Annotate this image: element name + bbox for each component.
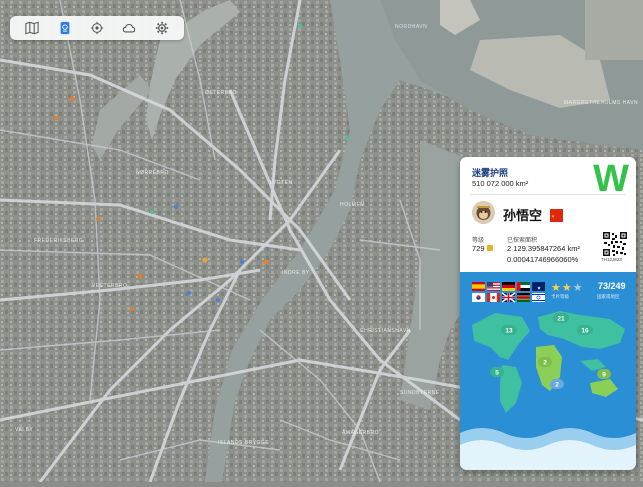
map-button[interactable] — [22, 19, 42, 37]
map-label-lygten: LYGTEN — [270, 180, 293, 186]
map-icon — [25, 21, 39, 35]
explored-area-label: 已探索面积 — [507, 238, 538, 244]
passport-title: 迷雾护照 — [472, 168, 509, 178]
level-value: 729 — [472, 244, 485, 253]
map-label-islandsbrygge: ISLANDS BRYGGE — [218, 440, 270, 446]
level-label: 等级 — [472, 238, 485, 244]
top-toolbar — [10, 16, 184, 40]
kenya-flag-icon — [517, 293, 530, 302]
spain-flag-icon — [472, 282, 485, 291]
map-label-valby: VALBY — [15, 427, 34, 433]
svg-text:W: W — [593, 159, 629, 195]
europe-count: 21 — [557, 316, 565, 323]
map-label-amagerbro: AMAGERBRO — [342, 430, 380, 436]
israel-flag-icon — [532, 293, 545, 302]
cloud-sync-button[interactable] — [119, 19, 139, 37]
china-flag-icon: ★ — [550, 209, 563, 222]
africa-count: 2 — [543, 360, 547, 367]
asia-count: 16 — [581, 328, 589, 335]
uk-flag-icon — [501, 292, 516, 303]
north-america-count: 13 — [505, 328, 513, 335]
star-filled-icon: ★ — [551, 282, 562, 294]
explored-percent-value: 0.00041746966060% — [507, 255, 579, 264]
australia-flag-icon: ★ — [532, 282, 545, 292]
qr-code-id: TH12J823 — [601, 257, 622, 262]
card-level-stars: ★★★ — [551, 281, 584, 294]
divider — [470, 194, 626, 195]
passport-info-section: 迷雾护照 510 072 000 km² W 孙悟空 ★ 等级 729 已探索面… — [460, 157, 636, 272]
map-label-norrebro: NØRREBRO — [136, 170, 169, 176]
map-label-margretheholm: Margretheholms Havn — [564, 100, 639, 106]
oceania-count: 9 — [602, 372, 606, 379]
passport-stats-section: ★ ★★★ 卡片等级 73/249 国家或地区 13 21 16 2 5 2 9 — [460, 272, 636, 470]
cloud-icon — [123, 23, 136, 33]
southeast-count: 2 — [555, 382, 559, 389]
locate-button[interactable] — [87, 19, 107, 37]
passport-icon — [60, 21, 69, 35]
map-label-vesterbro: VESTERBRO — [92, 283, 128, 289]
map-label-frederiksberg: FREDERIKSBERG — [34, 238, 84, 244]
canada-flag-icon — [487, 293, 500, 302]
qr-code-icon[interactable] — [603, 232, 627, 256]
south-america-count: 5 — [495, 370, 499, 377]
star-filled-icon: ★ — [561, 282, 573, 294]
map-label-sundby: SUNDBYERNE — [400, 390, 440, 396]
uae-flag-icon — [517, 282, 530, 291]
korea-flag-icon — [472, 293, 485, 302]
explored-area-value: 2 129.395847264 km² — [507, 244, 580, 253]
level-badge-icon — [487, 245, 493, 251]
worldo-logo-icon: W — [593, 159, 629, 195]
map-label-holmen: HOLMEN — [340, 202, 365, 208]
location-target-icon — [90, 21, 104, 35]
map-label-nordhavn: Nordhavn — [395, 24, 428, 30]
avatar — [472, 201, 495, 224]
user-name: 孙悟空 — [503, 208, 543, 223]
gear-icon — [155, 21, 168, 35]
settings-button[interactable] — [152, 19, 172, 37]
countries-count-label: 国家或地区 — [597, 294, 620, 299]
earth-total-area: 510 072 000 km² — [472, 179, 529, 188]
world-map-illustration: 13 21 16 2 5 2 9 — [460, 305, 636, 470]
fog-passport-card[interactable]: 迷雾护照 510 072 000 km² W 孙悟空 ★ 等级 729 已探索面… — [460, 157, 636, 470]
map-label-christianshavn: CHRISTIANSHAVN — [360, 328, 411, 334]
card-level-label: 卡片等级 — [551, 294, 569, 299]
svg-text:★: ★ — [537, 286, 541, 292]
countries-count: 73/249 — [598, 281, 626, 291]
star-empty-icon: ★ — [572, 282, 584, 294]
svg-text:★: ★ — [551, 214, 555, 219]
usa-flag-icon — [487, 282, 500, 291]
map-label-osterbro: ØSTERBRO — [205, 90, 238, 96]
map-label-indreby: INDRE BY — [282, 270, 310, 276]
germany-flag-icon — [502, 282, 515, 291]
passport-button[interactable] — [55, 19, 75, 37]
visited-flags: ★ — [472, 282, 545, 303]
monkey-avatar-icon — [472, 201, 495, 224]
